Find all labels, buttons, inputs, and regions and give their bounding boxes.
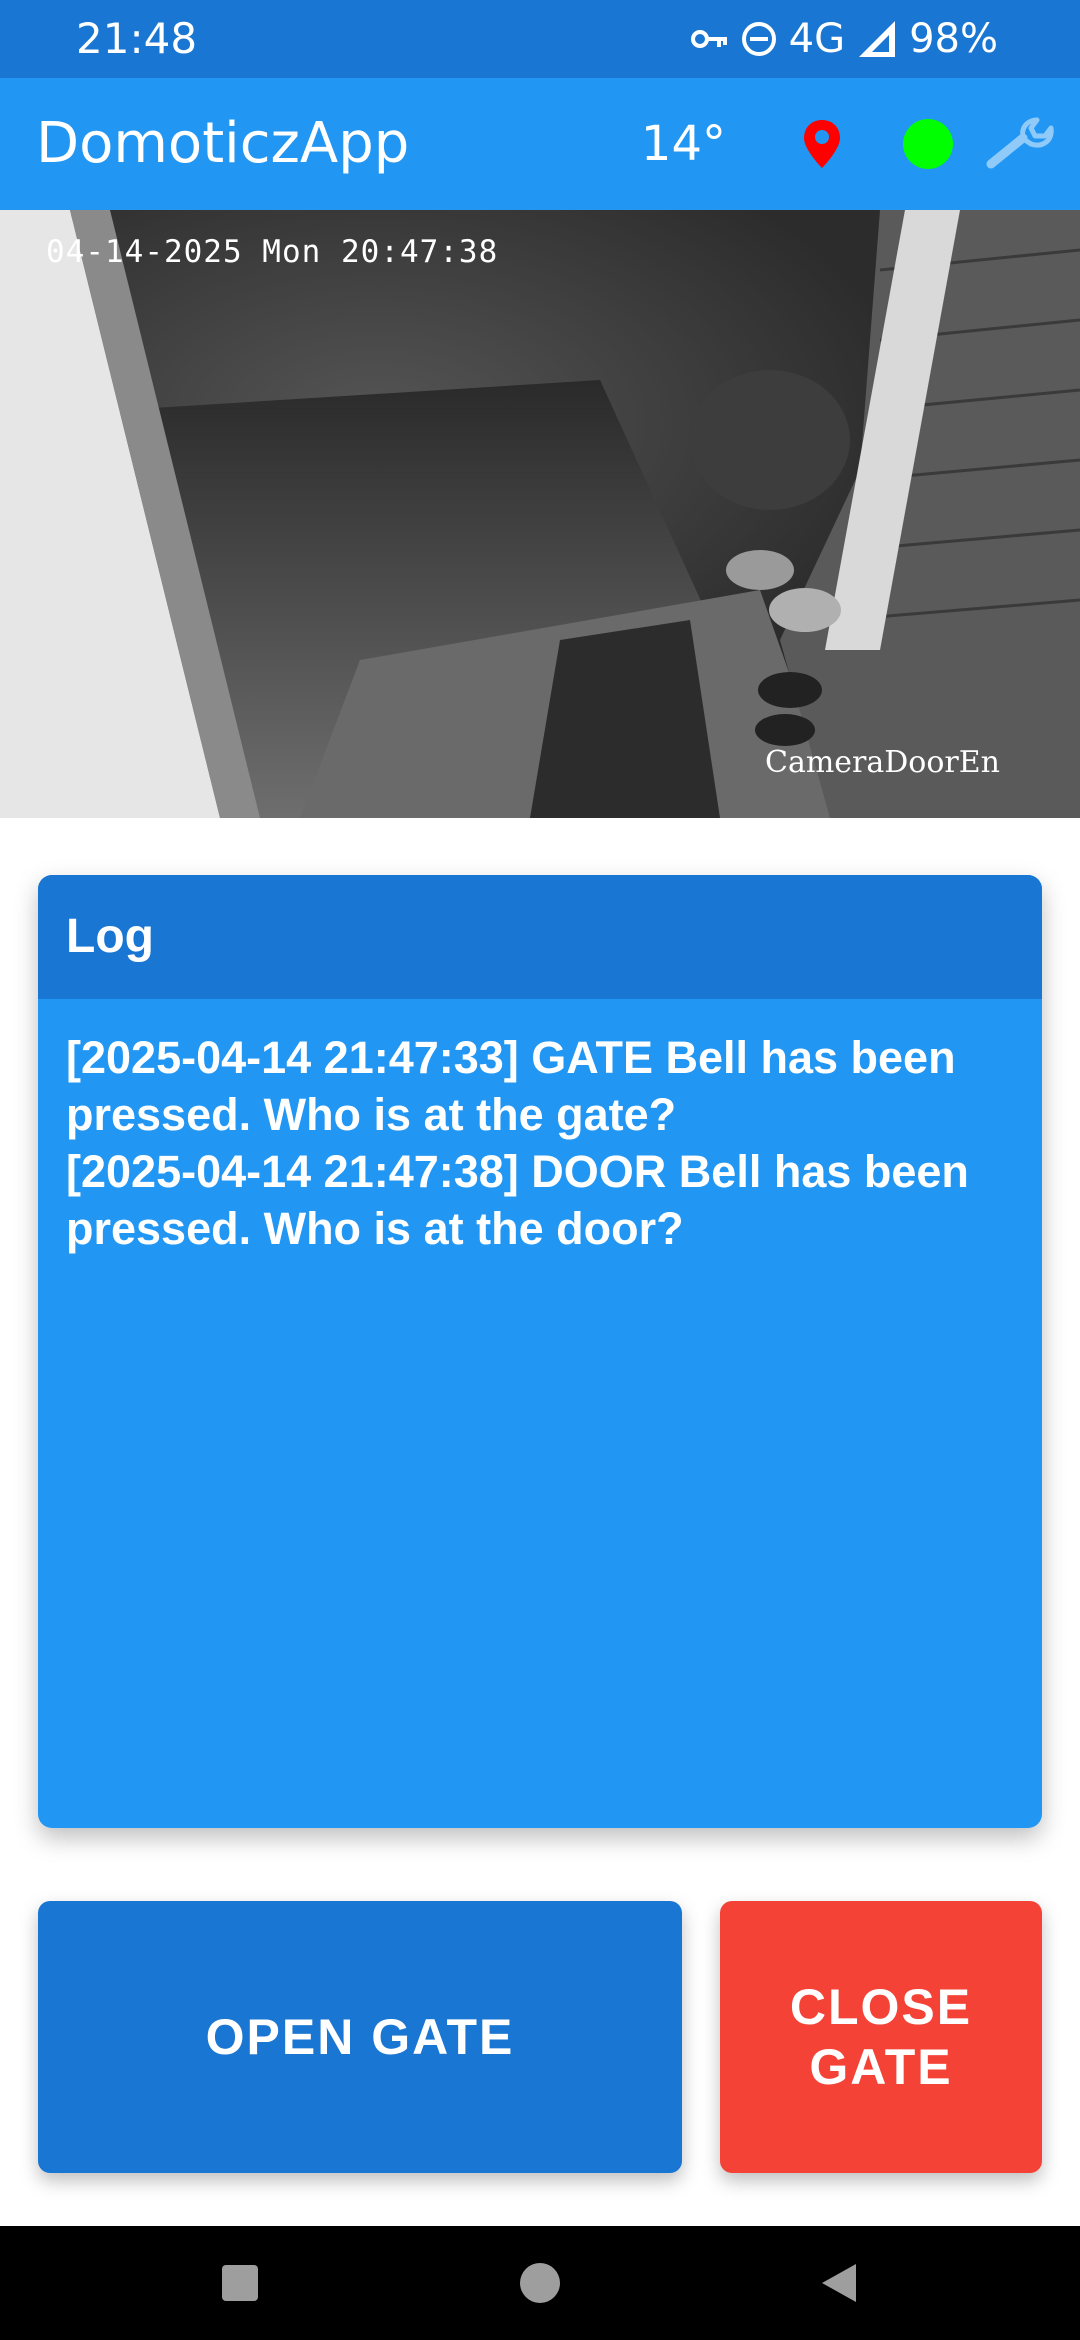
do-not-disturb-icon — [741, 21, 777, 57]
app-bar-actions: 14° — [641, 78, 1060, 210]
log-title: Log — [38, 875, 1042, 999]
status-dot-icon[interactable] — [888, 104, 968, 184]
home-circle-icon[interactable] — [500, 2226, 580, 2340]
back-triangle-icon[interactable] — [800, 2226, 880, 2340]
temperature-readout: 14° — [640, 116, 726, 172]
recents-square-icon[interactable] — [200, 2226, 280, 2340]
app-bar: DomoticzApp 14° — [0, 78, 1080, 210]
open-gate-label: OPEN GATE — [205, 2009, 515, 2065]
log-card: Log [2025-04-14 21:47:33] GATE Bell has … — [38, 875, 1042, 1828]
vpn-key-icon — [690, 27, 729, 51]
log-entry: [2025-04-14 21:47:38] DOOR Bell has been… — [66, 1146, 969, 1254]
signal-icon — [857, 19, 897, 59]
phone-screen: 21:48 4G 98% DomoticzApp 14° 04-14-2025 … — [0, 0, 1080, 2340]
app-title: DomoticzApp — [36, 111, 410, 176]
camera-feed[interactable]: 04-14-2025 Mon 20:47:38 CameraDoorEn — [0, 210, 1080, 818]
system-nav-bar — [0, 2226, 1080, 2340]
camera-name: CameraDoorEn — [764, 745, 1000, 780]
log-body[interactable]: [2025-04-14 21:47:33] GATE Bell has been… — [38, 999, 1042, 1257]
status-indicators: 4G 98% — [690, 12, 998, 66]
close-gate-button[interactable]: CLOSE GATE — [720, 1901, 1042, 2173]
battery-level: 98% — [909, 16, 998, 62]
wrench-icon[interactable] — [980, 104, 1060, 184]
status-bar: 21:48 4G 98% — [0, 0, 1080, 78]
close-gate-label: CLOSE GATE — [789, 1979, 973, 2095]
status-time: 21:48 — [76, 14, 198, 63]
network-type: 4G — [788, 16, 846, 62]
open-gate-button[interactable]: OPEN GATE — [38, 1901, 682, 2173]
log-entry: [2025-04-14 21:47:33] GATE Bell has been… — [66, 1032, 956, 1140]
location-pin-icon[interactable] — [782, 104, 862, 184]
camera-timestamp: 04-14-2025 Mon 20:47:38 — [46, 234, 499, 270]
